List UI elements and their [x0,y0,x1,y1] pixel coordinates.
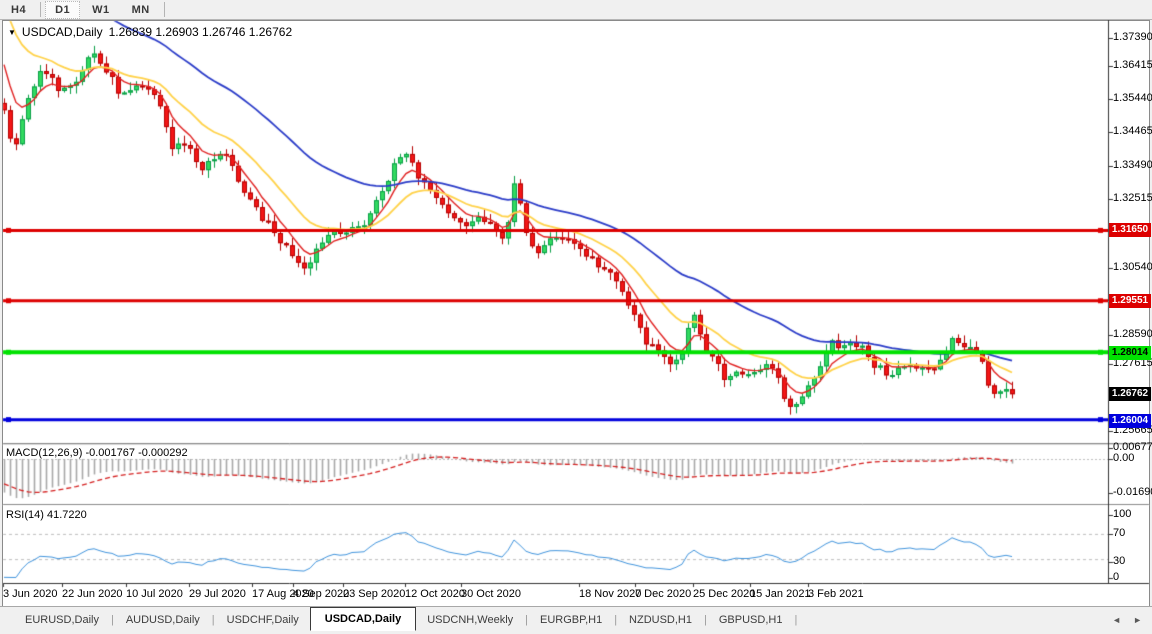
timeframe-button-mn[interactable]: MN [122,1,160,19]
tab-usdcnh-weekly[interactable]: USDCNH,Weekly [416,609,524,631]
tab-audusd-daily[interactable]: AUDUSD,Daily [115,609,211,631]
tab-usdcad-daily[interactable]: USDCAD,Daily [310,607,416,631]
macd-axis-label: 0.00 [1113,452,1134,464]
tab-nzdusd-h1[interactable]: NZDUSD,H1 [618,609,703,631]
title-dropdown-icon[interactable]: ▼ [8,28,16,37]
price-axis-label: 1.36415 [1113,59,1152,71]
timeframe-toolbar: H4 D1W1MN [0,0,1152,20]
price-axis-label: 1.32515 [1113,192,1152,204]
date-axis-label: 3 Jun 2020 [3,588,57,600]
date-axis-label: 25 Dec 2020 [693,588,755,600]
tab-scroll-right-icon[interactable]: ► [1133,615,1142,625]
chart-quote-values: 1.26839 1.26903 1.26746 1.26762 [109,25,293,39]
tab-scroll-left-icon[interactable]: ◄ [1112,615,1121,625]
date-axis-label: 22 Jun 2020 [62,588,123,600]
tab-eurgbp-h1[interactable]: EURGBP,H1 [529,609,613,631]
chart-plot-area[interactable] [0,0,1152,634]
timeframe-button-w1[interactable]: W1 [82,1,120,19]
timeframe-button-h4[interactable]: H4 [1,1,36,19]
price-axis-label: 1.37390 [1113,31,1152,43]
chart-symbol-label: USDCAD,Daily [22,25,103,39]
date-axis-label: 4 Sep 2020 [293,588,349,600]
price-tag-pivot[interactable]: 1.28014 [1109,346,1151,360]
tab-separator: | [793,614,798,626]
price-tag-current-price: 1.26762 [1109,387,1151,401]
rsi-axis-label: 70 [1113,527,1125,539]
macd-axis-label: -0.016907 [1113,486,1152,498]
date-axis-label: 23 Sep 2020 [343,588,405,600]
date-axis-label: 10 Jul 2020 [126,588,183,600]
tab-gbpusd-h1[interactable]: GBPUSD,H1 [708,609,794,631]
rsi-indicator-label: RSI(14) 41.7220 [6,509,87,521]
toolbar-separator [164,2,165,17]
date-axis-label: 18 Nov 2020 [579,588,641,600]
rsi-axis-label: 100 [1113,508,1131,520]
tab-usdchf-daily[interactable]: USDCHF,Daily [216,609,310,631]
date-axis-label: 12 Oct 2020 [405,588,465,600]
price-tag-support[interactable]: 1.26004 [1109,414,1151,428]
chart-tab-bar: EURUSD,Daily|AUDUSD,Daily|USDCHF,DailyUS… [0,606,1152,633]
price-axis-label: 1.28590 [1113,328,1152,340]
date-axis-label: 30 Oct 2020 [461,588,521,600]
price-tag-resistance-2[interactable]: 1.29551 [1109,294,1151,308]
date-axis-label: 3 Feb 2021 [808,588,864,600]
rsi-axis-label: 30 [1113,555,1125,567]
date-axis-label: 7 Dec 2020 [635,588,691,600]
macd-indicator-label: MACD(12,26,9) -0.001767 -0.000292 [6,447,188,459]
price-axis-label: 1.33490 [1113,159,1152,171]
rsi-axis-label: 0 [1113,571,1119,583]
chart-title: ▼ USDCAD,Daily 1.26839 1.26903 1.26746 1… [8,25,292,39]
date-axis-label: 29 Jul 2020 [189,588,246,600]
price-tag-resistance-1[interactable]: 1.31650 [1109,223,1151,237]
date-axis-label: 15 Jan 2021 [750,588,811,600]
toolbar-separator [40,2,41,17]
price-axis-label: 1.35440 [1113,92,1152,104]
tab-scroll-arrows: ◄► [1112,615,1142,625]
timeframe-button-d1[interactable]: D1 [45,1,80,19]
price-axis-label: 1.30540 [1113,261,1152,273]
tab-eurusd-daily[interactable]: EURUSD,Daily [14,609,110,631]
price-axis-label: 1.34465 [1113,125,1152,137]
